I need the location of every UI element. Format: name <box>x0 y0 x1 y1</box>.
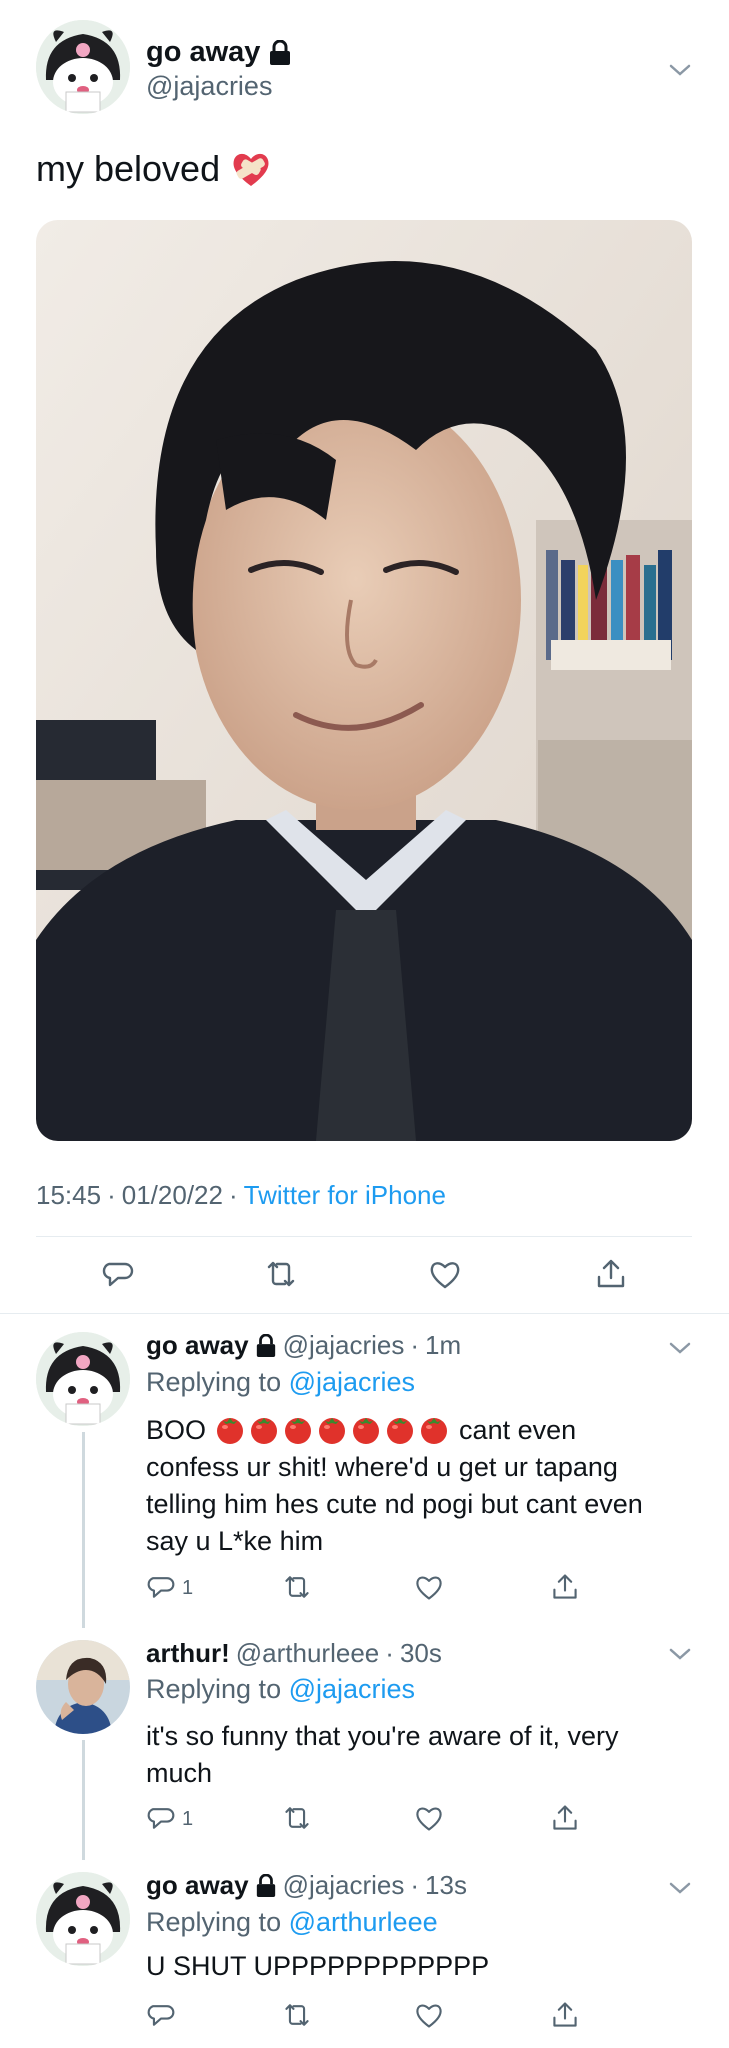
tomato-emoji-icon <box>216 1418 243 1444</box>
reply-text: U SHUT UPPPPPPPPPPPP <box>146 1948 706 1985</box>
reply-author-name[interactable]: go away <box>146 1870 249 1901</box>
tomato-emoji-icon <box>318 1418 345 1444</box>
reply-text: it's so funny that you're aware of it, v… <box>146 1718 706 1792</box>
reply-icon[interactable] <box>146 1572 176 1602</box>
reply-count: 1 <box>182 1577 194 1599</box>
chevron-down-icon[interactable] <box>666 1874 694 1902</box>
retweet-icon[interactable] <box>263 1257 299 1291</box>
reply-icon[interactable] <box>146 1803 176 1833</box>
replying-to-link[interactable]: @arthurleee <box>289 1907 438 1937</box>
reply-header: go away @jajacries · 1m <box>146 1330 461 1361</box>
tomato-emoji-icon <box>420 1418 447 1444</box>
share-icon[interactable] <box>550 1572 580 1602</box>
reply-line: it's so funny that you're aware of it, v… <box>146 1721 619 1751</box>
reply-text: BOO cant even confess ur shit! where'd u… <box>146 1412 706 1560</box>
reply-header: go away @jajacries · 13s <box>146 1870 467 1901</box>
reply-separator: · <box>410 1330 420 1360</box>
reply-time: 1m <box>425 1330 462 1360</box>
reply-line: much <box>146 1758 213 1788</box>
reply-text-tail: cant even <box>459 1415 577 1445</box>
author-avatar[interactable] <box>36 20 130 114</box>
reply-separator: · <box>385 1638 394 1668</box>
reply-time: 30s <box>399 1638 442 1668</box>
replying-label: Replying to <box>146 1367 282 1397</box>
tweet-date: 01/20/22 <box>121 1180 223 1210</box>
tweet-photo[interactable] <box>36 220 692 1141</box>
retweet-icon[interactable] <box>281 2000 313 2030</box>
chevron-down-icon[interactable] <box>666 1640 694 1668</box>
share-icon[interactable] <box>550 1803 580 1833</box>
reply-icon[interactable] <box>101 1257 135 1291</box>
reply-line: BOO cant even <box>146 1412 706 1449</box>
replying-to: Replying to @arthurleee <box>146 1907 438 1938</box>
tomato-emoji-row <box>214 1415 452 1445</box>
thread-line <box>82 1432 85 1628</box>
lock-icon <box>255 1873 277 1898</box>
tomato-emoji-icon <box>386 1418 413 1444</box>
thread-line <box>82 1740 85 1860</box>
tweet-meta: 15:45 · 01/20/22 · Twitter for iPhone <box>36 1180 446 1211</box>
author-name-text: go away <box>146 36 261 68</box>
tweet-text: my beloved <box>36 148 272 190</box>
reply-avatar[interactable] <box>36 1332 130 1426</box>
chevron-down-icon[interactable] <box>666 1334 694 1362</box>
tomato-emoji-icon <box>250 1418 277 1444</box>
like-icon[interactable] <box>414 2000 444 2030</box>
replying-to: Replying to @jajacries <box>146 1367 415 1398</box>
author-handle[interactable]: @jajacries <box>146 71 292 102</box>
like-icon[interactable] <box>414 1572 444 1602</box>
reply-avatar[interactable] <box>36 1872 130 1966</box>
retweet-icon[interactable] <box>281 1572 313 1602</box>
meta-separator: · <box>107 1180 116 1210</box>
reply-avatar[interactable] <box>36 1640 130 1734</box>
retweet-icon[interactable] <box>281 1803 313 1833</box>
tweet-text-content: my beloved <box>36 148 221 189</box>
replying-to-link[interactable]: @jajacries <box>289 1674 415 1704</box>
reply-line: confess ur shit! where'd u get ur tapang <box>146 1452 618 1482</box>
reply-separator: · <box>410 1870 420 1900</box>
reply-line: U SHUT UPPPPPPPPPPPP <box>146 1951 490 1981</box>
reply-author-name[interactable]: arthur! <box>146 1638 230 1669</box>
lock-icon <box>268 39 292 66</box>
reply-line: telling him hes cute nd pogi but cant ev… <box>146 1489 643 1519</box>
divider <box>36 1236 692 1237</box>
tomato-emoji-icon <box>284 1418 311 1444</box>
reply-author-name[interactable]: go away <box>146 1330 249 1361</box>
tomato-emoji-icon <box>352 1418 379 1444</box>
replying-to-link[interactable]: @jajacries <box>289 1367 415 1397</box>
tweet-time: 15:45 <box>36 1180 102 1210</box>
reply-text-prefix: BOO <box>146 1415 207 1445</box>
replying-to: Replying to @jajacries <box>146 1674 415 1705</box>
replying-label: Replying to <box>146 1907 282 1937</box>
reply-time: 13s <box>425 1870 467 1900</box>
lock-icon <box>255 1333 277 1358</box>
replying-label: Replying to <box>146 1674 282 1704</box>
author-name[interactable]: go away <box>146 36 292 69</box>
reply-header: arthur! @arthurleee · 30s <box>146 1638 442 1669</box>
reply-author-handle[interactable]: @jajacries <box>283 1870 405 1901</box>
like-icon[interactable] <box>414 1803 444 1833</box>
like-icon[interactable] <box>428 1257 462 1291</box>
tweet-source-link[interactable]: Twitter for iPhone <box>244 1180 446 1211</box>
meta-separator: · <box>228 1180 238 1210</box>
divider <box>0 1313 729 1314</box>
share-icon[interactable] <box>594 1257 628 1291</box>
chevron-down-icon[interactable] <box>666 56 694 84</box>
reply-icon[interactable] <box>146 2000 176 2030</box>
reply-line: say u L*ke him <box>146 1526 324 1556</box>
reply-count: 1 <box>182 1808 194 1830</box>
reply-author-handle[interactable]: @jajacries <box>283 1330 405 1361</box>
heart-with-bandage-icon <box>230 149 272 189</box>
reply-author-handle[interactable]: @arthurleee <box>236 1638 379 1669</box>
share-icon[interactable] <box>550 2000 580 2030</box>
